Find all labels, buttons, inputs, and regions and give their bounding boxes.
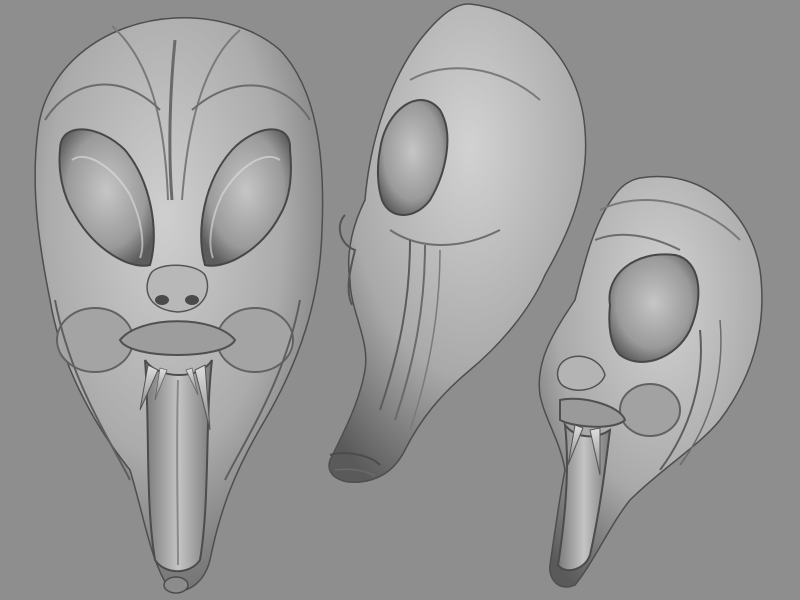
front-nose (146, 264, 209, 313)
sculpt-render (34, 3, 763, 594)
three-quarter-view (538, 175, 763, 588)
tq-cheek (619, 383, 681, 437)
front-view (34, 17, 324, 594)
render-viewport (0, 0, 800, 600)
